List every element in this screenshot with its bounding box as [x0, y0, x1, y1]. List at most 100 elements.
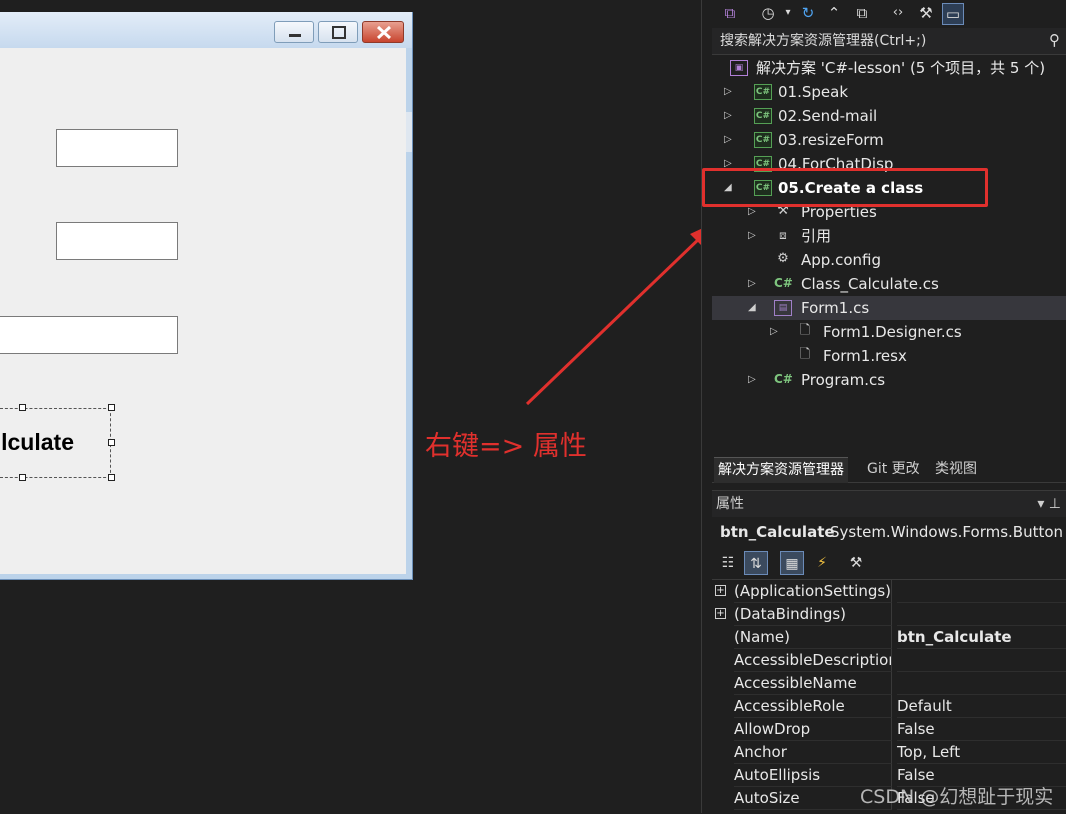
textbox-result[interactable] [0, 316, 178, 354]
minimize-icon [289, 34, 301, 37]
csharp-project-icon: C# [754, 132, 772, 148]
textbox-second[interactable] [56, 222, 178, 260]
tree-item-label: 01.Speak [778, 83, 849, 101]
form-icon: ▤ [774, 300, 792, 316]
maximize-button[interactable] [318, 21, 358, 43]
annotation-text: 右键=> 属性 [425, 431, 587, 462]
property-pages-icon[interactable]: ⚒ [844, 551, 868, 575]
expand-plus-icon[interactable]: + [715, 608, 726, 619]
property-row[interactable]: AllowDrop False [712, 718, 1066, 741]
collapse-icon[interactable]: ⌃ [824, 3, 844, 23]
tree-item-label: 02.Send-mail [778, 107, 878, 125]
history-icon[interactable]: ◷ [758, 3, 778, 23]
property-row[interactable]: AccessibleRole Default [712, 695, 1066, 718]
expand-arrow-icon[interactable]: ▷ [770, 320, 782, 344]
tool-window-tabs: 解决方案资源管理器 Git 更改 类视图 [712, 457, 1066, 483]
property-value[interactable] [897, 649, 1066, 672]
csharp-file-icon: C# [774, 276, 793, 290]
tree-item-file[interactable]: ▷ C# Class_Calculate.cs [712, 272, 1066, 296]
csharp-project-icon: C# [754, 108, 772, 124]
textbox-first[interactable] [56, 129, 178, 167]
form-scrollbar[interactable] [406, 112, 412, 152]
tree-item-file[interactable]: ▷ 🗋 Form1.Designer.cs [712, 320, 1066, 344]
property-value[interactable]: False [897, 718, 1066, 741]
code-icon[interactable]: ‹› [888, 3, 908, 23]
alphabetical-icon[interactable]: ⇅ [744, 551, 768, 575]
resize-handle[interactable] [19, 404, 26, 411]
property-value[interactable]: Default [897, 695, 1066, 718]
minimize-button[interactable] [274, 21, 314, 43]
solution-search-bar[interactable]: 搜索解决方案资源管理器(Ctrl+;) ⚲ [712, 28, 1066, 55]
pin-icon[interactable]: ▾ ⊥ [1037, 491, 1061, 517]
resize-handle[interactable] [108, 439, 115, 446]
form-client-area: lculate [0, 48, 406, 574]
watermark: CSDN @幻想趾于现实 [860, 786, 1054, 808]
expand-arrow-icon[interactable]: ▷ [748, 224, 760, 248]
maximize-icon [332, 26, 346, 39]
search-icon[interactable]: ⚲ [1049, 31, 1066, 51]
tree-item-label: Form1.cs [801, 299, 870, 317]
search-input[interactable]: 搜索解决方案资源管理器(Ctrl+;) [720, 28, 1040, 54]
property-row[interactable]: AccessibleName [712, 672, 1066, 695]
property-name: (ApplicationSettings) [734, 580, 892, 603]
property-name: AllowDrop [734, 718, 892, 741]
tree-item-config[interactable]: ⚙ App.config [712, 248, 1066, 272]
tab-git-changes[interactable]: Git 更改 [863, 457, 924, 482]
tree-item-label: Program.cs [801, 371, 886, 389]
tree-item-label: 引用 [801, 227, 832, 245]
config-file-icon: ⚙ [777, 251, 789, 266]
copy-icon[interactable]: ⧉ [852, 3, 872, 23]
property-row[interactable]: AccessibleDescriptior [712, 649, 1066, 672]
tree-item-file[interactable]: 🗋 Form1.resx [712, 344, 1066, 368]
tree-item-solution[interactable]: ▣ 解决方案 'C#-lesson' (5 个项目，共 5 个) [712, 56, 1066, 80]
expand-arrow-icon[interactable]: ▷ [724, 104, 736, 128]
tree-item-references[interactable]: ▷ ⧈ 引用 [712, 224, 1066, 248]
refresh-icon[interactable]: ↻ [798, 3, 818, 23]
property-value[interactable]: btn_Calculate [897, 626, 1066, 649]
properties-icon[interactable]: ▦ [780, 551, 804, 575]
property-value[interactable] [897, 672, 1066, 695]
property-row[interactable]: + (DataBindings) [712, 603, 1066, 626]
preview-icon[interactable]: ▭ [942, 3, 964, 25]
events-icon[interactable]: ⚡ [810, 551, 834, 575]
resize-handle[interactable] [108, 404, 115, 411]
references-icon: ⧈ [779, 228, 787, 242]
tab-solution-explorer[interactable]: 解决方案资源管理器 [714, 457, 848, 483]
tree-item-label: 解决方案 'C#-lesson' (5 个项目，共 5 个) [756, 59, 1046, 77]
expand-arrow-icon[interactable]: ▷ [724, 128, 736, 152]
tree-item-form-selected[interactable]: ◢ ▤ Form1.cs [712, 296, 1066, 320]
object-name: btn_Calculate [720, 523, 835, 541]
resize-handle[interactable] [19, 474, 26, 481]
tree-item-label: App.config [801, 251, 881, 269]
property-name: Anchor [734, 741, 892, 764]
expand-plus-icon[interactable]: + [715, 585, 726, 596]
property-value[interactable]: Top, Left [897, 741, 1066, 764]
resize-handle[interactable] [108, 474, 115, 481]
tree-item-project[interactable]: ▷ C# 03.resizeForm [712, 128, 1066, 152]
calculate-button[interactable]: lculate [0, 408, 111, 478]
properties-toolbar: ☷ ⇅ ▦ ⚡ ⚒ [712, 548, 1066, 578]
collapse-arrow-icon[interactable]: ◢ [748, 296, 760, 320]
tree-item-project[interactable]: ▷ C# 02.Send-mail [712, 104, 1066, 128]
solution-tree: ▣ 解决方案 'C#-lesson' (5 个项目，共 5 个) ▷ C# 01… [712, 55, 1066, 455]
tree-item-project[interactable]: ▷ C# 01.Speak [712, 80, 1066, 104]
expand-arrow-icon[interactable]: ▷ [748, 272, 760, 296]
expand-arrow-icon[interactable]: ▷ [724, 80, 736, 104]
properties-object-selector[interactable]: btn_Calculate System.Windows.Forms.Butto… [712, 519, 1066, 545]
wrench-icon[interactable]: ⚒ [916, 3, 936, 23]
expand-arrow-icon[interactable]: ▷ [748, 368, 760, 392]
categorized-icon[interactable]: ☷ [716, 551, 740, 575]
property-name: AccessibleRole [734, 695, 892, 718]
property-value[interactable] [897, 603, 1066, 626]
properties-window: 属性 ▾ ⊥ btn_Calculate System.Windows.Form… [712, 490, 1066, 813]
property-name: AccessibleDescriptior [734, 649, 892, 672]
vs-logo-icon[interactable]: ⧉ [720, 3, 740, 23]
property-row[interactable]: Anchor Top, Left [712, 741, 1066, 764]
tab-class-view[interactable]: 类视图 [931, 457, 981, 482]
dropdown-icon[interactable]: ▾ [778, 3, 798, 23]
property-row[interactable]: + (ApplicationSettings) [712, 580, 1066, 603]
tree-item-file[interactable]: ▷ C# Program.cs [712, 368, 1066, 392]
property-value[interactable] [897, 580, 1066, 603]
property-row[interactable]: (Name) btn_Calculate [712, 626, 1066, 649]
close-button[interactable] [362, 21, 404, 43]
